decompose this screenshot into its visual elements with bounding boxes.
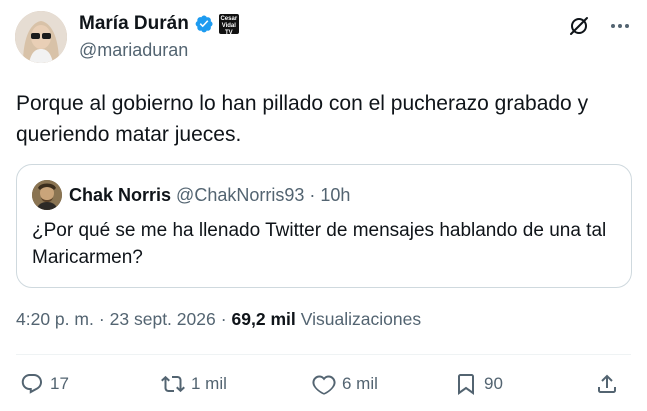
share-button[interactable]: [595, 372, 619, 396]
top-actions: [567, 14, 631, 38]
tweet-date[interactable]: 23 sept. 2026: [110, 309, 216, 330]
like-button[interactable]: 6 mil: [312, 372, 378, 396]
views-label: Visualizaciones: [300, 309, 422, 329]
heart-icon: [312, 375, 336, 395]
grok-icon[interactable]: [567, 14, 591, 38]
meta-separator: ·: [220, 309, 227, 329]
author-name-row: María Durán Cesar Vidal TV: [79, 13, 239, 35]
divider: [16, 354, 631, 355]
share-icon: [598, 374, 616, 393]
avatar-image: [15, 11, 67, 63]
quote-separator: ·: [309, 185, 316, 205]
quote-header: Chak Norris @ChakNorris93 · 10h: [69, 185, 350, 206]
bookmark-button[interactable]: 90: [454, 372, 503, 396]
quoted-tweet[interactable]: Chak Norris @ChakNorris93 · 10h ¿Por qué…: [16, 164, 632, 288]
tweet-meta: 4:20 p. m. · 23 sept. 2026 · 69,2 mil Vi…: [16, 309, 421, 330]
quote-time: 10h: [320, 185, 351, 205]
quote-author-handle: @ChakNorris93: [176, 185, 305, 205]
views-count[interactable]: 69,2 mil: [232, 309, 296, 330]
quote-author-name: Chak Norris: [69, 185, 172, 205]
retweet-icon: [161, 375, 185, 393]
meta-separator: ·: [98, 309, 105, 329]
more-icon[interactable]: [609, 15, 631, 37]
reply-button[interactable]: 17: [20, 372, 69, 396]
quote-avatar: [32, 180, 62, 210]
affiliate-badge[interactable]: Cesar Vidal TV: [218, 14, 239, 34]
reply-count: 17: [50, 374, 69, 393]
reply-icon: [21, 374, 42, 394]
tweet-text: Porque al gobierno lo han pillado con el…: [16, 92, 589, 146]
verified-badge-icon[interactable]: [194, 14, 214, 34]
quote-text: ¿Por qué se me ha llenado Twitter de men…: [32, 220, 607, 268]
retweet-count: 1 mil: [191, 374, 227, 393]
action-bar: 17 1 mil 6 mil 90: [16, 372, 630, 400]
author-handle[interactable]: @mariaduran: [79, 40, 188, 61]
bookmark-icon: [458, 374, 474, 395]
tweet-time[interactable]: 4:20 p. m.: [16, 309, 94, 330]
author-name[interactable]: María Durán: [79, 13, 189, 35]
like-count: 6 mil: [342, 374, 378, 393]
retweet-button[interactable]: 1 mil: [161, 372, 227, 396]
bookmark-count: 90: [484, 374, 503, 393]
avatar[interactable]: [15, 11, 67, 63]
